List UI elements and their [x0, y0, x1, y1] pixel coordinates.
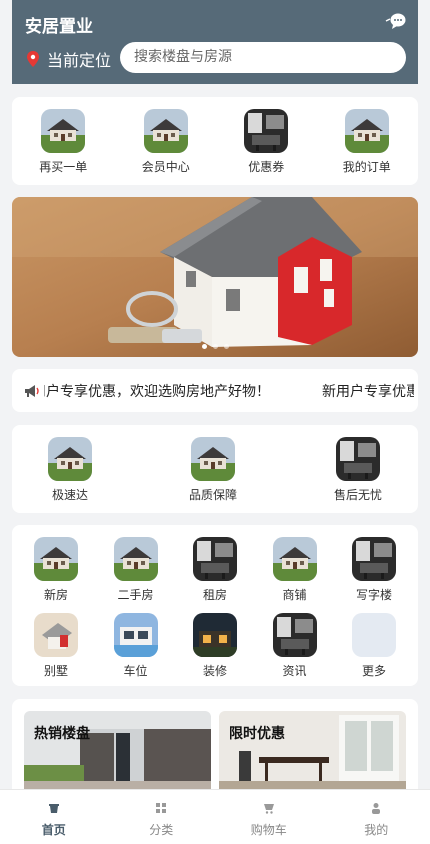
category-second-hand[interactable]: 二手房 [114, 537, 158, 603]
interior-photo-icon [352, 537, 396, 581]
category-label: 资讯 [282, 664, 307, 678]
location-selector[interactable]: 当前定位 [25, 47, 111, 71]
house-photo-icon [34, 537, 78, 581]
megaphone-icon [25, 384, 39, 397]
promotion-section: 热销楼盘 限时优惠 [12, 699, 418, 789]
notice-text: 新用户专享优惠，欢迎选购房地产好物！ [44, 383, 270, 400]
user-icon [372, 803, 381, 814]
service-fast-delivery[interactable]: 极速达 [48, 437, 92, 503]
house-photo-icon [191, 437, 235, 481]
service-label: 品质保障 [188, 488, 237, 502]
grid-icon [156, 803, 167, 813]
category-label: 新房 [43, 588, 68, 602]
quick-item-coupons[interactable]: 优惠券 [244, 109, 288, 175]
category-label: 二手房 [117, 588, 154, 602]
category-news[interactable]: 资讯 [273, 613, 317, 679]
category-label: 别墅 [43, 664, 68, 678]
interior-photo-icon [273, 613, 317, 657]
carousel-dot[interactable] [201, 344, 207, 349]
category-decoration[interactable]: 装修 [193, 613, 237, 679]
category-rental[interactable]: 租房 [193, 537, 237, 603]
service-after-sales[interactable]: 售后无忧 [334, 437, 382, 503]
category-label: 更多 [361, 664, 386, 678]
house-night-photo-icon [193, 613, 237, 657]
promo-limited-offer[interactable]: 限时优惠 [219, 711, 406, 789]
quick-item-label: 会员中心 [141, 160, 190, 174]
category-office[interactable]: 写字楼 [352, 537, 396, 603]
bottom-tab-bar: 首页 分类 购物车 我的 [0, 789, 430, 844]
category-label: 写字楼 [355, 588, 392, 602]
quick-item-my-orders[interactable]: 我的订单 [343, 109, 391, 175]
tab-label: 购物车 [250, 823, 287, 837]
house-photo-icon [144, 109, 188, 153]
house-model-photo-icon [34, 613, 78, 657]
quick-item-label: 优惠券 [248, 160, 285, 174]
carousel-dot[interactable] [212, 344, 218, 349]
category-label: 商铺 [282, 588, 307, 602]
banner-carousel[interactable] [12, 197, 418, 357]
service-label: 售后无忧 [333, 488, 382, 502]
carousel-indicator [12, 344, 418, 349]
location-label: 当前定位 [47, 51, 112, 70]
house-photo-icon [48, 437, 92, 481]
category-label: 车位 [123, 664, 148, 678]
tab-label: 我的 [364, 823, 389, 837]
tab-cart[interactable]: 购物车 [215, 790, 323, 844]
home-icon [48, 804, 59, 813]
quick-item-rebuy[interactable]: 再买一单 [39, 109, 87, 175]
service-quality-assurance[interactable]: 品质保障 [189, 437, 237, 503]
banner-house-model-image [12, 197, 418, 357]
modern-house-photo-icon [114, 613, 158, 657]
tab-profile[interactable]: 我的 [323, 790, 430, 844]
house-photo-icon [273, 537, 317, 581]
search-input[interactable]: 搜索楼盘与房源 [120, 42, 406, 73]
chat-bubble-icon[interactable] [384, 12, 406, 30]
interior-photo-icon [336, 437, 380, 481]
carousel-dot[interactable] [223, 344, 229, 349]
promo-title: 限时优惠 [229, 726, 285, 742]
more-placeholder-icon [352, 613, 396, 657]
category-grid: 新房 二手房 租房 商铺 写字楼 别墅 车位 装修 资讯 更多 [12, 525, 418, 686]
notice-bar[interactable]: 新用户专享优惠，欢迎选购房地产好物！ 新用户专享优惠，欢迎选购房地产好物！ [12, 369, 418, 412]
notice-marquee: 新用户专享优惠，欢迎选购房地产好物！ 新用户专享优惠，欢迎选购房地产好物！ [44, 381, 414, 401]
quick-item-label: 我的订单 [342, 160, 391, 174]
category-label: 装修 [202, 664, 227, 678]
category-parking[interactable]: 车位 [114, 613, 158, 679]
category-shop[interactable]: 商铺 [273, 537, 317, 603]
house-photo-icon [41, 109, 85, 153]
tab-category[interactable]: 分类 [108, 790, 216, 844]
interior-photo-icon [193, 537, 237, 581]
service-guarantee-card: 极速达 品质保障 售后无忧 [12, 425, 418, 513]
notice-text-repeat: 新用户专享优惠，欢迎选购房地产好物！ [322, 383, 414, 400]
tab-label: 分类 [149, 823, 174, 837]
category-new-home[interactable]: 新房 [34, 537, 78, 603]
cart-icon [263, 804, 274, 814]
promo-hot-properties[interactable]: 热销楼盘 [24, 711, 211, 789]
category-label: 租房 [202, 588, 227, 602]
quick-item-label: 再买一单 [39, 160, 88, 174]
tab-label: 首页 [41, 823, 66, 837]
house-photo-icon [345, 109, 389, 153]
quick-item-member-center[interactable]: 会员中心 [142, 109, 190, 175]
app-title: 安居置业 [25, 17, 93, 37]
house-photo-icon [114, 537, 158, 581]
quick-menu-card: 再买一单 会员中心 优惠券 我的订单 [12, 97, 418, 185]
promo-title: 热销楼盘 [34, 726, 90, 742]
category-villa[interactable]: 别墅 [34, 613, 78, 679]
service-label: 极速达 [51, 488, 88, 502]
top-header: 安居置业 当前定位 搜索楼盘与房源 [12, 0, 418, 84]
category-more[interactable]: 更多 [352, 613, 396, 679]
interior-photo-icon [244, 109, 288, 153]
map-pin-icon [27, 51, 39, 67]
tab-home[interactable]: 首页 [0, 790, 108, 844]
